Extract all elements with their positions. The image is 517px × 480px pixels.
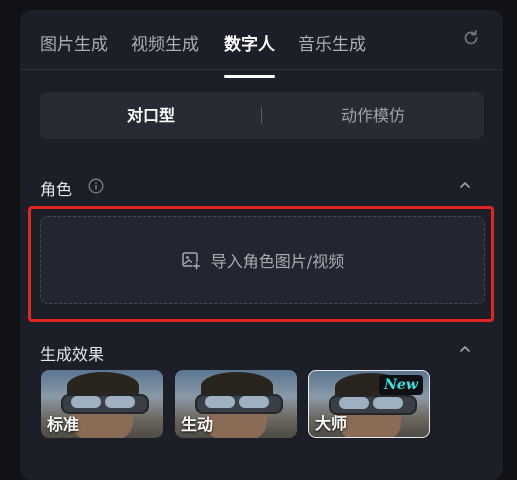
tab-image-generation[interactable]: 图片生成 bbox=[40, 30, 108, 55]
mode-lip-sync[interactable]: 对口型 bbox=[40, 92, 262, 139]
effect-section-title: 生成效果 bbox=[40, 345, 105, 364]
chevron-up-icon[interactable] bbox=[458, 342, 472, 356]
effect-option-label: 标准 bbox=[47, 415, 80, 434]
thumbnail-lens bbox=[205, 396, 235, 408]
upload-role-label: 导入角色图片/视频 bbox=[210, 252, 345, 271]
mode-toggle: 对口型 动作模仿 bbox=[40, 92, 484, 139]
tab-video-generation[interactable]: 视频生成 bbox=[131, 30, 199, 55]
active-tab-indicator bbox=[224, 75, 275, 78]
top-tabs: 图片生成 视频生成 数字人 音乐生成 bbox=[40, 30, 503, 78]
thumbnail-lens bbox=[71, 396, 101, 408]
thumbnail-lens bbox=[373, 397, 403, 409]
thumbnail-lens bbox=[105, 396, 135, 408]
thumbnail-lens bbox=[339, 397, 369, 409]
effect-option-master[interactable]: New 大师 bbox=[308, 370, 430, 438]
role-section-title: 角色 bbox=[40, 180, 73, 199]
image-add-icon bbox=[182, 252, 201, 270]
thumbnail-lens bbox=[239, 396, 269, 408]
effect-option-label: 大师 bbox=[315, 414, 348, 433]
new-badge: New bbox=[379, 375, 423, 395]
upload-role-dropzone[interactable]: 导入角色图片/视频 bbox=[40, 216, 485, 304]
tab-music-generation[interactable]: 音乐生成 bbox=[298, 30, 366, 55]
tab-digital-human[interactable]: 数字人 bbox=[224, 30, 275, 55]
effect-option-label: 生动 bbox=[181, 415, 214, 434]
effect-option-vivid[interactable]: 生动 bbox=[175, 370, 297, 438]
reset-icon[interactable] bbox=[461, 28, 481, 48]
tabs-divider bbox=[20, 69, 503, 70]
effect-option-standard[interactable]: 标准 bbox=[41, 370, 163, 438]
mode-motion-imitation[interactable]: 动作模仿 bbox=[262, 92, 484, 139]
chevron-up-icon[interactable] bbox=[458, 178, 472, 192]
info-icon[interactable] bbox=[88, 178, 104, 194]
